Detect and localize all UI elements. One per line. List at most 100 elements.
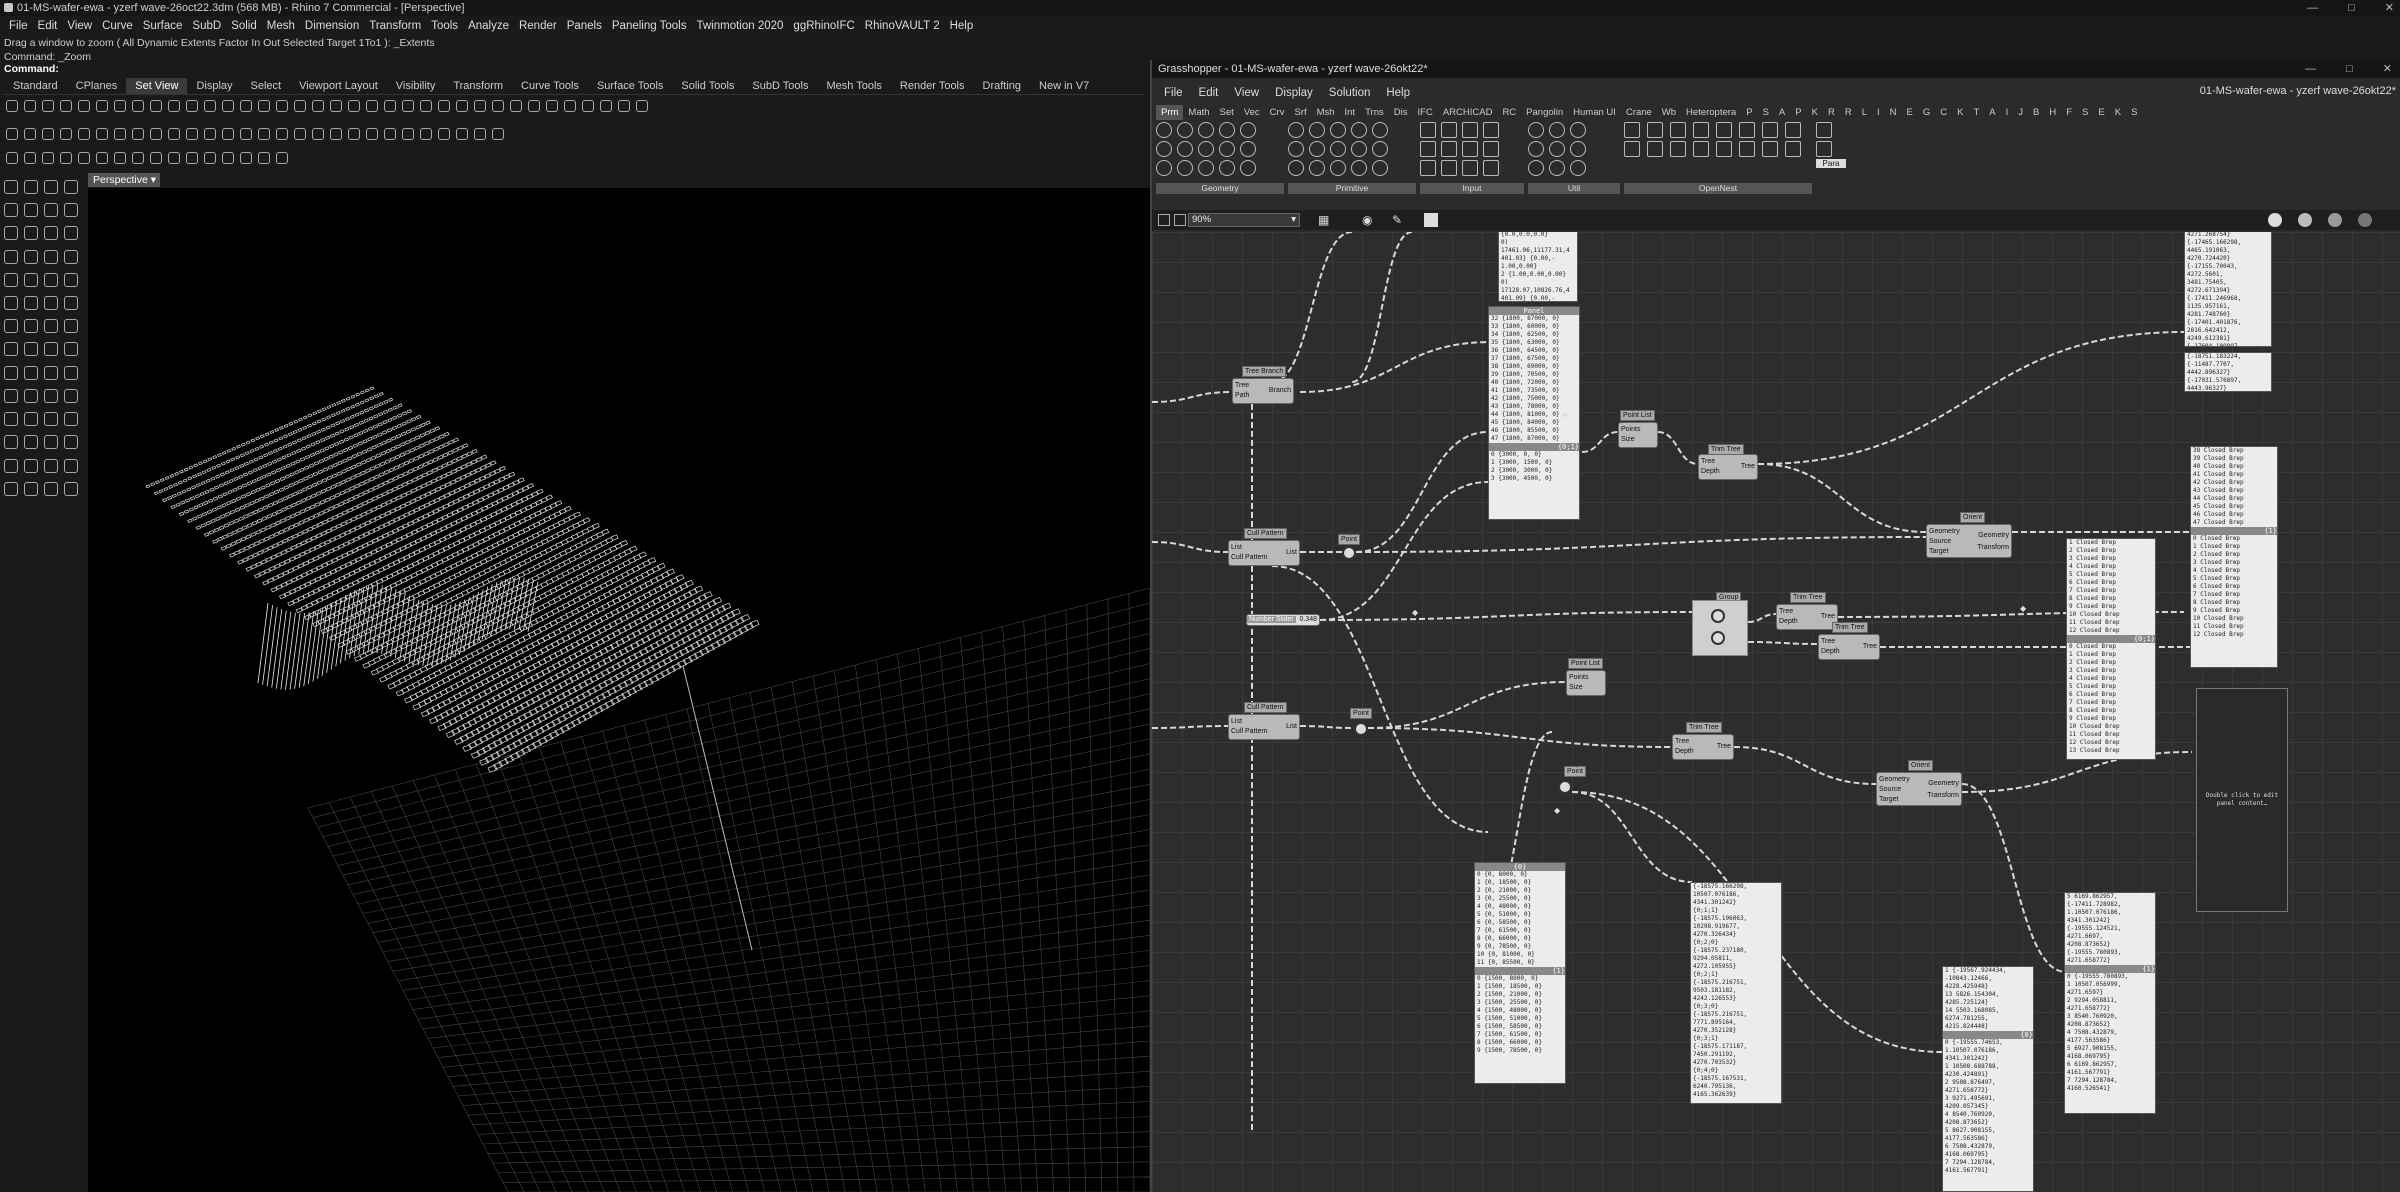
standard-tool-icon[interactable] bbox=[114, 128, 126, 140]
panel-points-bottom[interactable]: {0} 0 {0, 8000, 0} 1 {0, 18500, 0} 2 {0, 21… bbox=[1474, 862, 1566, 1084]
output-tree[interactable]: Tree bbox=[1741, 462, 1755, 471]
input-cull-pattern[interactable]: Cull Pattern bbox=[1231, 727, 1268, 736]
gh-tab[interactable]: Wb bbox=[1657, 105, 1681, 120]
panel-vectors-bottom-3[interactable]: 5 6169.862957, {-17411.728982, 1.10507.076… bbox=[2064, 892, 2156, 1114]
standard-tool-icon[interactable] bbox=[78, 128, 90, 140]
view-tool-icon[interactable] bbox=[60, 100, 72, 112]
point-param[interactable] bbox=[1342, 546, 1356, 560]
gh-tab[interactable]: B bbox=[2028, 105, 2044, 120]
view-tool-icon[interactable] bbox=[546, 100, 558, 112]
input-tree[interactable]: Tree bbox=[1821, 637, 1835, 646]
gh-tab[interactable]: R bbox=[1823, 105, 1840, 120]
gh-tab[interactable]: Human UI bbox=[1568, 105, 1621, 120]
cull-pattern-component[interactable]: List Cull Pattern List bbox=[1228, 540, 1300, 566]
input-size[interactable]: Size bbox=[1621, 435, 1635, 444]
standard-tool-icon[interactable] bbox=[42, 128, 54, 140]
side-tool-icon[interactable] bbox=[44, 272, 58, 287]
side-tool-icon[interactable] bbox=[64, 365, 78, 380]
gh-menu-display[interactable]: Display bbox=[1267, 84, 1321, 102]
side-tool-icon[interactable] bbox=[24, 458, 38, 473]
standard-tool-icon[interactable] bbox=[384, 128, 396, 140]
standard-tool-icon[interactable] bbox=[402, 128, 414, 140]
gh-tab[interactable]: K bbox=[1807, 105, 1823, 120]
view-tool-icon[interactable] bbox=[168, 100, 180, 112]
gh-tab[interactable]: I bbox=[2001, 105, 2014, 120]
input-tree[interactable]: Tree bbox=[1779, 607, 1793, 616]
gh-tab[interactable]: P bbox=[1790, 105, 1806, 120]
view-tool-icon[interactable] bbox=[564, 100, 576, 112]
standard-tool-icon[interactable] bbox=[294, 128, 306, 140]
gh-tab[interactable]: Srf bbox=[1289, 105, 1311, 120]
output-transform[interactable]: Transform bbox=[1977, 543, 2009, 552]
view-tool-icon[interactable] bbox=[276, 100, 288, 112]
gh-tab[interactable]: ARCHICAD bbox=[1438, 105, 1498, 120]
group-param-2[interactable] bbox=[1711, 631, 1725, 645]
menu-file[interactable]: File bbox=[4, 17, 33, 35]
ribbon-group-label[interactable]: Input bbox=[1420, 183, 1524, 194]
viewport-tab-perspective[interactable]: Perspective ▾ bbox=[88, 173, 160, 187]
empty-panel[interactable]: Double click to edit panel content… bbox=[2196, 688, 2288, 912]
panel-vectors-right[interactable]: 3256.358394,4271.268754}{-17465.166298,4… bbox=[2184, 232, 2272, 347]
gh-menu-solution[interactable]: Solution bbox=[1321, 84, 1379, 102]
side-tool-icon[interactable] bbox=[64, 226, 78, 241]
menu-mesh[interactable]: Mesh bbox=[262, 17, 300, 35]
command-prompt[interactable]: Command: bbox=[4, 63, 59, 75]
side-tool-icon[interactable] bbox=[24, 365, 38, 380]
input-depth[interactable]: Depth bbox=[1701, 467, 1720, 476]
gh-tab[interactable]: E bbox=[2093, 105, 2109, 120]
side-tool-icon[interactable] bbox=[4, 365, 18, 380]
side-tool-icon[interactable] bbox=[44, 435, 58, 450]
output-tree[interactable]: Tree bbox=[1863, 642, 1877, 651]
gh-menu-edit[interactable]: Edit bbox=[1191, 84, 1227, 102]
side-tool-icon[interactable] bbox=[64, 458, 78, 473]
view-tool-icon[interactable] bbox=[510, 100, 522, 112]
sketch-icon[interactable]: ✎ bbox=[1392, 213, 1402, 227]
standard-tool-icon[interactable] bbox=[114, 152, 126, 164]
side-tool-icon[interactable] bbox=[64, 180, 78, 194]
gh-tab[interactable]: J bbox=[2013, 105, 2028, 120]
trim-tree-component-2[interactable]: Tree Depth Tree bbox=[1776, 604, 1838, 630]
tab-render-tools[interactable]: Render Tools bbox=[891, 78, 974, 94]
standard-tool-icon[interactable] bbox=[366, 128, 378, 140]
output-list[interactable]: List bbox=[1286, 722, 1297, 731]
view-tool-icon[interactable] bbox=[42, 100, 54, 112]
input-depth[interactable]: Depth bbox=[1821, 647, 1840, 656]
output-geometry[interactable]: Geometry bbox=[1928, 779, 1959, 788]
standard-tool-icon[interactable] bbox=[348, 128, 360, 140]
menu-surface[interactable]: Surface bbox=[138, 17, 188, 35]
menu-subd[interactable]: SubD bbox=[187, 17, 226, 35]
side-tool-icon[interactable] bbox=[24, 180, 38, 194]
gh-tab[interactable]: N bbox=[1885, 105, 1902, 120]
standard-tool-icon[interactable] bbox=[312, 128, 324, 140]
side-tool-icon[interactable] bbox=[64, 272, 78, 287]
view-tool-icon[interactable] bbox=[456, 100, 468, 112]
side-tool-icon[interactable] bbox=[44, 296, 58, 311]
input-geometry[interactable]: Geometry bbox=[1879, 775, 1910, 784]
gh-menu-view[interactable]: View bbox=[1226, 84, 1267, 102]
input-list[interactable]: List bbox=[1231, 717, 1242, 726]
tab-curve-tools[interactable]: Curve Tools bbox=[512, 78, 588, 94]
gh-tab[interactable]: Heteroptera bbox=[1681, 105, 1741, 120]
menu-view[interactable]: View bbox=[62, 17, 97, 35]
zoom-dropdown[interactable]: 90% ▾ bbox=[1188, 213, 1300, 227]
view-tool-icon[interactable] bbox=[204, 100, 216, 112]
gh-tab[interactable]: Pangolin bbox=[1521, 105, 1568, 120]
menu-curve[interactable]: Curve bbox=[97, 17, 138, 35]
standard-tool-icon[interactable] bbox=[186, 152, 198, 164]
side-tool-icon[interactable] bbox=[64, 388, 78, 403]
standard-tool-icon[interactable] bbox=[474, 128, 486, 140]
standard-tool-icon[interactable] bbox=[258, 128, 270, 140]
standard-tool-icon[interactable] bbox=[96, 128, 108, 140]
preview-mode-icon[interactable] bbox=[2268, 213, 2282, 227]
gh-tab[interactable]: L bbox=[1857, 105, 1872, 120]
menu-analyze[interactable]: Analyze bbox=[463, 17, 514, 35]
gh-tab[interactable]: Crv bbox=[1265, 105, 1290, 120]
gh-menu-file[interactable]: File bbox=[1156, 84, 1191, 102]
ribbon-group-label[interactable]: Util bbox=[1528, 183, 1620, 194]
input-cull-pattern[interactable]: Cull Pattern bbox=[1231, 553, 1268, 562]
tab-standard[interactable]: Standard bbox=[4, 78, 67, 94]
menu-edit[interactable]: Edit bbox=[33, 17, 63, 35]
close-icon[interactable]: ✕ bbox=[2383, 60, 2392, 78]
output-list[interactable]: List bbox=[1286, 548, 1297, 557]
side-tool-icon[interactable] bbox=[4, 249, 18, 264]
